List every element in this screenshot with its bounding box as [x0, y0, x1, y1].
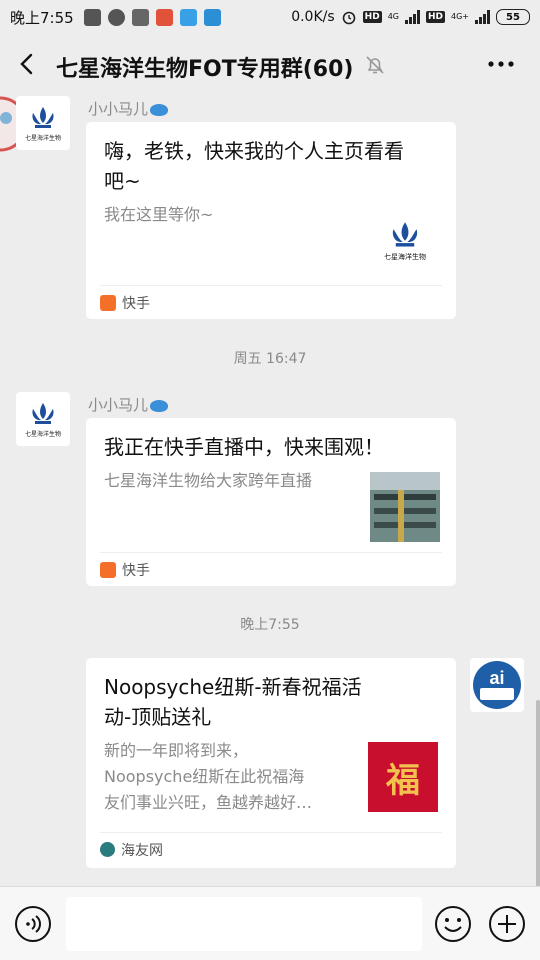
- more-dots-icon[interactable]: [486, 52, 516, 76]
- card-source: 海友网: [100, 832, 442, 866]
- timestamp: 晚上7:55: [240, 617, 300, 633]
- share-card[interactable]: 嗨，老铁，快来我的个人主页看看 吧~ 我在这里等你~ 七星海洋生物 快手: [86, 122, 456, 319]
- network-speed: 0.0K/s: [291, 9, 335, 25]
- card-title: 我正在快手直播中，快来围观！: [104, 435, 384, 459]
- card-title: 嗨，老铁，快来我的个人主页看看 吧~: [104, 136, 444, 196]
- chat-area: 七星海洋生物 小小马儿 嗨，老铁，快来我的个人主页看看 吧~ 我在这里等你~ 七…: [0, 96, 540, 886]
- signal-icon-2: [475, 10, 490, 24]
- message-notification-icon: [83, 8, 101, 26]
- whale-icon: [150, 399, 169, 412]
- haiyou-icon: [100, 842, 115, 857]
- network-type: 4G: [387, 12, 399, 21]
- signal-icon: [404, 10, 420, 24]
- sender-name: 小小马儿: [88, 394, 169, 415]
- card-desc-line3: 友们事业兴旺，鱼越养越好…: [104, 793, 313, 812]
- kuaishou-icon: [100, 561, 116, 578]
- thumb-caption: 七星海洋生物: [384, 253, 426, 261]
- message-input[interactable]: [66, 897, 422, 951]
- back-arrow-icon[interactable]: [16, 52, 40, 76]
- sender-avatar[interactable]: 七星海洋生物: [16, 392, 70, 446]
- card-title-line1: Noopsyche纽斯-新春祝福活: [104, 675, 362, 699]
- live-stream-thumbnail: [370, 472, 440, 542]
- chat-header: 七星海洋生物FOT专用群(60): [0, 34, 540, 96]
- sender-avatar[interactable]: 七星海洋生物: [16, 96, 70, 150]
- network-type-2: 4G+: [451, 12, 469, 21]
- card-desc: 七星海洋生物给大家跨年直播: [104, 471, 313, 490]
- fleur-logo-icon: [32, 106, 54, 128]
- self-avatar[interactable]: ai: [470, 658, 524, 712]
- card-title-line2: 动-顶贴送礼: [104, 705, 212, 729]
- fu-character: 福: [386, 760, 420, 801]
- mi-notification-icon: [155, 8, 173, 26]
- battery-icon: 55: [496, 9, 530, 25]
- card-desc-line1: 新的一年即将到来，: [104, 741, 249, 760]
- group-title: 七星海洋生物FOT专用群(60): [56, 57, 354, 82]
- wechat-notification-icon: [107, 8, 125, 26]
- status-time: 晚上7:55: [10, 8, 74, 27]
- app-notification-icon: [131, 8, 149, 26]
- card-desc: 我在这里等你~: [104, 205, 214, 224]
- fleur-logo-icon: [392, 222, 418, 247]
- sender-name-text: 小小马儿: [88, 100, 149, 118]
- fu-thumbnail: 福: [368, 742, 438, 812]
- whale-icon: [150, 103, 169, 116]
- card-thumbnail: 七星海洋生物: [370, 206, 440, 276]
- card-source: 快手: [100, 552, 442, 586]
- mute-bell-icon: [366, 56, 384, 74]
- chat-scrollbar[interactable]: [536, 700, 540, 886]
- sender-name-text: 小小马儿: [88, 396, 149, 414]
- voice-icon[interactable]: [14, 905, 52, 943]
- fleur-logo-icon: [32, 402, 54, 424]
- card-source-label: 快手: [122, 295, 150, 312]
- input-bar: [0, 886, 540, 960]
- ai-logo-icon: ai: [473, 661, 521, 709]
- emoji-icon[interactable]: [434, 905, 472, 943]
- svg-text:ai: ai: [489, 668, 504, 688]
- timestamp: 周五 16:47: [233, 351, 307, 367]
- card-source-label: 海友网: [121, 842, 163, 859]
- card-source: 快手: [100, 285, 442, 319]
- alarm-icon: [342, 11, 355, 25]
- browser-notification-icon: [179, 8, 197, 26]
- kuaishou-icon: [100, 294, 116, 311]
- avatar-caption: 七星海洋生物: [24, 134, 61, 142]
- card-title-line1: 嗨，老铁，快来我的个人主页看看: [104, 139, 404, 163]
- hd-badge-2: HD: [425, 11, 445, 23]
- card-desc: 新的一年即将到来， Noopsyche纽斯在此祝福海 友们事业兴旺，鱼越养越好…: [104, 738, 359, 816]
- share-card[interactable]: 我正在快手直播中，快来围观！ 七星海洋生物给大家跨年直播 快手: [86, 418, 456, 586]
- share-card[interactable]: Noopsyche纽斯-新春祝福活 动-顶贴送礼 新的一年即将到来， Noops…: [86, 658, 456, 868]
- status-bar: 晚上7:55 0.0K/s HD 4G HD 4G+ 55: [0, 0, 540, 34]
- avatar-caption: 七星海洋生物: [24, 430, 61, 438]
- plus-icon[interactable]: [488, 905, 526, 943]
- n-app-notification-icon: [203, 8, 221, 26]
- card-desc-line2: Noopsyche纽斯在此祝福海: [104, 767, 305, 786]
- card-title-line2: 吧~: [104, 169, 141, 193]
- card-title: Noopsyche纽斯-新春祝福活 动-顶贴送礼: [104, 672, 444, 732]
- hd-badge: HD: [362, 11, 382, 23]
- sender-name: 小小马儿: [88, 98, 169, 119]
- card-source-label: 快手: [122, 562, 150, 579]
